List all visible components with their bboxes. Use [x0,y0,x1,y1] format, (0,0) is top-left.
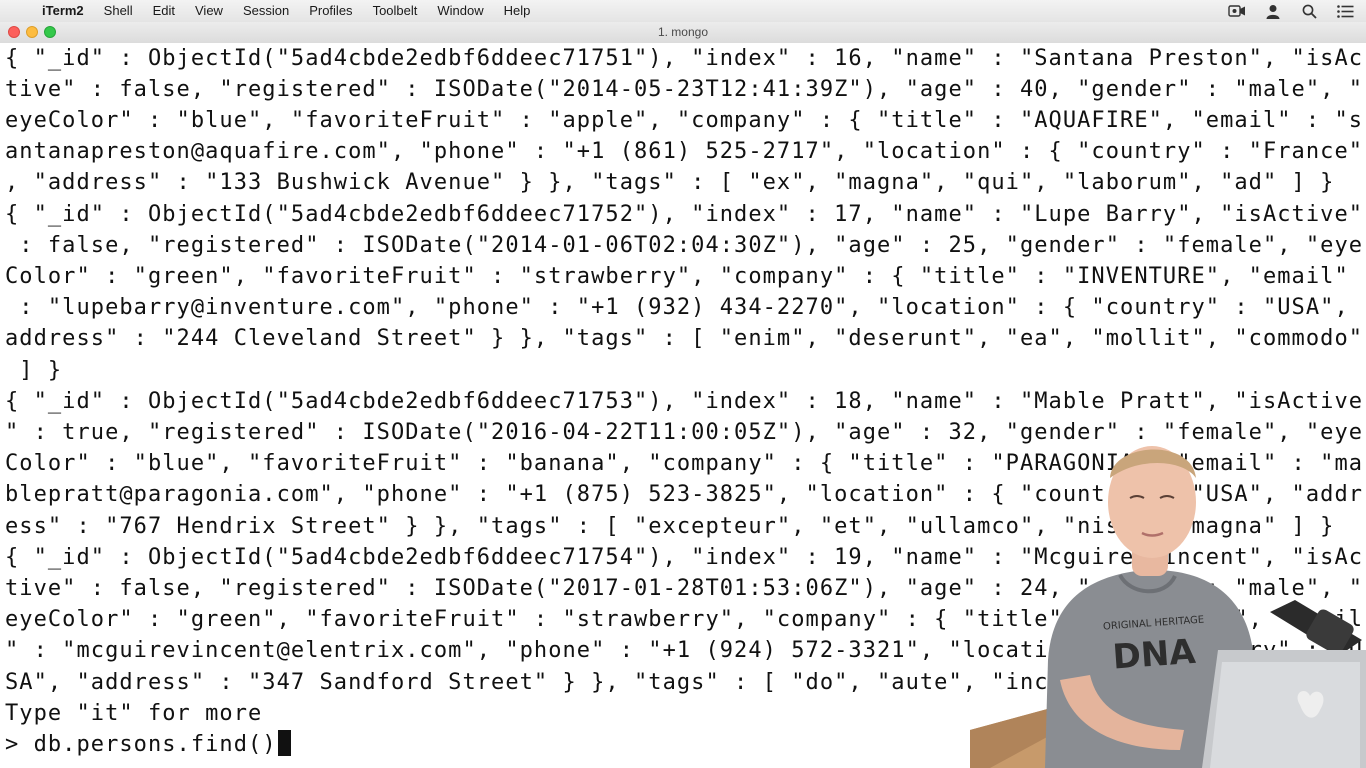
text-cursor [277,730,291,756]
terminal-line: { "_id" : ObjectId("5ad4cbde2edbf6ddeec7… [5,202,1364,227]
terminal-line: antanapreston@aquafire.com", "phone" : "… [5,139,1364,164]
menu-bar: iTerm2 Shell Edit View Session Profiles … [0,0,1366,23]
menu-item-edit[interactable]: Edit [143,0,185,22]
terminal-line: Color" : "green", "favoriteFruit" : "str… [5,264,1349,289]
terminal-line: address" : "244 Cleveland Street" } }, "… [5,326,1364,351]
terminal-line: Type "it" for more [5,701,263,726]
camera-icon[interactable] [1228,3,1246,19]
terminal-line: { "_id" : ObjectId("5ad4cbde2edbf6ddeec7… [5,46,1364,71]
terminal-line: , "address" : "133 Bushwick Avenue" } },… [5,170,1335,195]
terminal-line: eyeColor" : "blue", "favoriteFruit" : "a… [5,108,1364,133]
terminal-line: { "_id" : ObjectId("5ad4cbde2edbf6ddeec7… [5,389,1364,414]
terminal-line: tive" : false, "registered" : ISODate("2… [5,77,1364,102]
terminal-prompt-line[interactable]: > db.persons.find() [5,729,291,760]
menu-app-name[interactable]: iTerm2 [34,0,94,22]
menu-item-session[interactable]: Session [233,0,299,22]
presenter-webcam-overlay: ORIGINAL HERITAGE DNA [970,430,1366,768]
menubar-status-area [1228,0,1354,22]
menu-item-shell[interactable]: Shell [94,0,143,22]
terminal-line: : false, "registered" : ISODate("2014-01… [5,233,1364,258]
search-icon[interactable] [1300,3,1318,19]
command-input[interactable]: db.persons.find() [34,732,277,757]
menu-item-toolbelt[interactable]: Toolbelt [363,0,428,22]
menu-item-profiles[interactable]: Profiles [299,0,362,22]
list-icon[interactable] [1336,3,1354,19]
user-icon[interactable] [1264,3,1282,19]
terminal-line: : "lupebarry@inventure.com", "phone" : "… [5,295,1366,320]
menu-item-window[interactable]: Window [427,0,493,22]
menu-item-view[interactable]: View [185,0,233,22]
window-title-bar[interactable]: 1. mongo [0,22,1366,44]
terminal-line: ] } [5,358,63,383]
shirt-print-logo: DNA [1111,632,1197,678]
window-title: 1. mongo [657,25,709,39]
prompt-symbol: > [5,732,34,757]
menu-item-help[interactable]: Help [494,0,541,22]
